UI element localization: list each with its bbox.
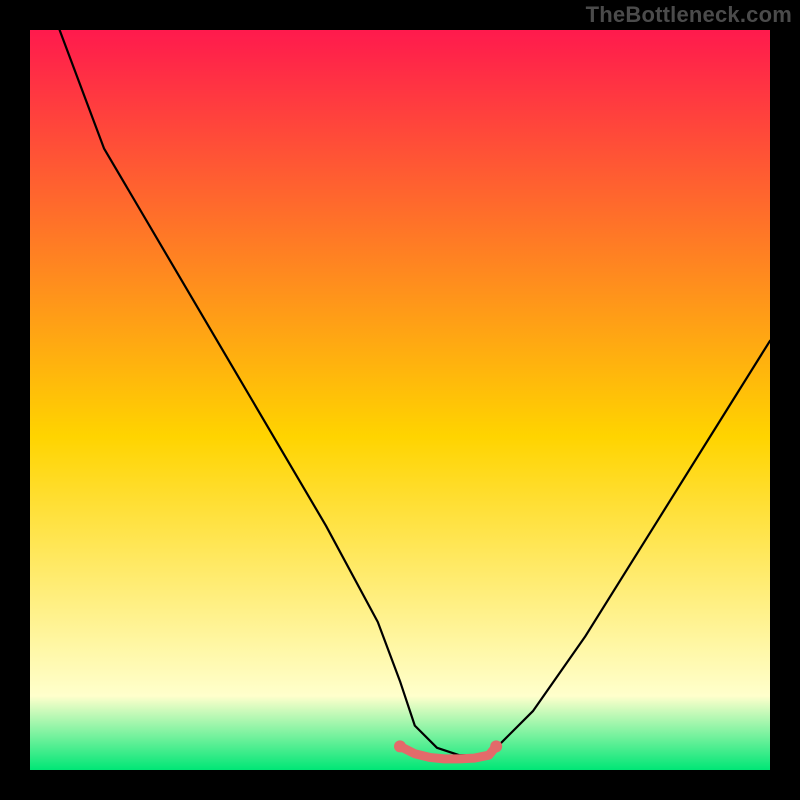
watermark-label: TheBottleneck.com (586, 2, 792, 28)
optimal-range-start-dot (394, 740, 406, 752)
chart-gradient-bg (30, 30, 770, 770)
chart-svg (0, 0, 800, 800)
chart-container: TheBottleneck.com (0, 0, 800, 800)
optimal-range-end-dot (490, 740, 502, 752)
